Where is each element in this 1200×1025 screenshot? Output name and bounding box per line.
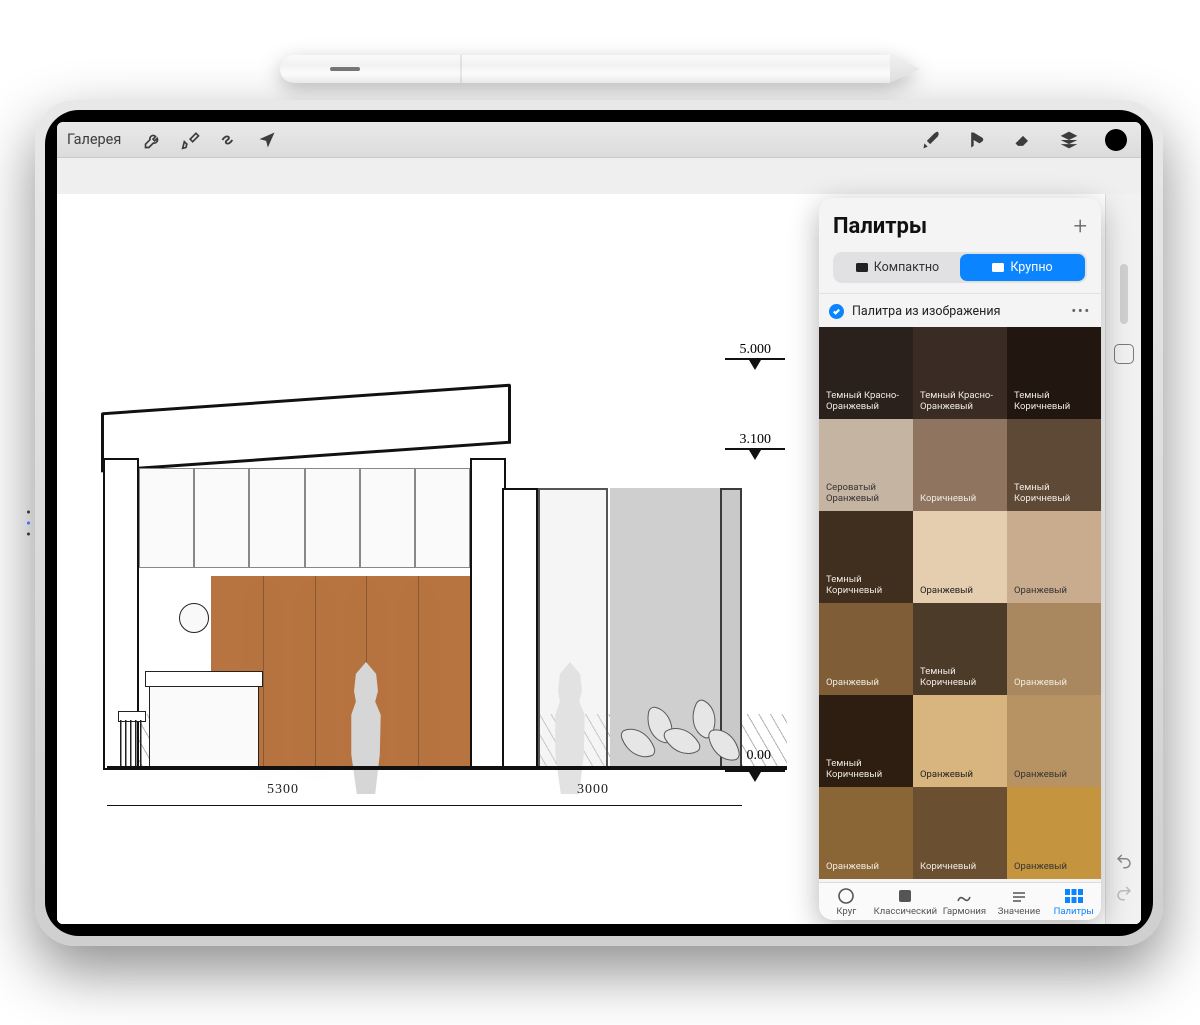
palette-header-row: Палитра из изображения ••• [819, 293, 1101, 327]
tab-palettes[interactable]: Палитры [1046, 889, 1101, 917]
color-icon[interactable] [1105, 129, 1127, 151]
square-icon [896, 889, 914, 903]
gallery-button[interactable]: Галерея [63, 131, 125, 148]
level-5000-label: 5.000 [740, 342, 772, 358]
wrench-icon[interactable] [143, 130, 163, 150]
large-view-button[interactable]: Крупно [960, 254, 1085, 281]
color-swatch[interactable]: Коричневый [913, 419, 1007, 511]
color-swatch[interactable]: Темный Коричневый [819, 695, 913, 787]
tab-classic[interactable]: Классический [874, 889, 937, 917]
smudge-icon[interactable] [967, 130, 987, 150]
canvas[interactable]: 5.000 3.100 0.00 [57, 158, 1141, 924]
palettes-icon [1065, 889, 1083, 903]
compact-label: Компактно [874, 260, 939, 275]
compact-view-button[interactable]: Компактно [835, 254, 960, 281]
swatch-label: Оранжевый [920, 770, 973, 781]
swatch-label: Оранжевый [920, 586, 973, 597]
add-palette-icon[interactable]: + [1073, 212, 1087, 240]
swatch-label: Оранжевый [1014, 862, 1067, 873]
panel-bottom-tabs: Круг Классический Гармония Значение [819, 882, 1101, 920]
color-swatch[interactable]: Коричневый [913, 787, 1007, 879]
tab-value[interactable]: Значение [992, 889, 1047, 917]
color-swatch[interactable]: Оранжевый [1007, 787, 1101, 879]
tab-harmony[interactable]: Гармония [937, 889, 992, 917]
top-toolbar: Галерея [57, 122, 1141, 158]
circle-icon [837, 889, 855, 903]
color-swatch[interactable]: Темный Коричневый [1007, 419, 1101, 511]
swatch-label: Темный Коричневый [920, 667, 1000, 689]
brush-icon[interactable] [921, 130, 941, 150]
right-slider-rail [1105, 194, 1141, 924]
move-icon[interactable] [257, 130, 277, 150]
view-segmented-control: Компактно Крупно [833, 252, 1087, 283]
color-swatch[interactable]: Темный Красно-Оранжевый [913, 327, 1007, 419]
swatch-label: Оранжевый [1014, 770, 1067, 781]
swatch-label: Темный Коричневый [1014, 391, 1094, 413]
color-swatch[interactable]: Оранжевый [913, 511, 1007, 603]
swatch-label: Темный Красно-Оранжевый [920, 391, 1000, 413]
modifier-button[interactable] [1114, 344, 1134, 364]
adjustments-icon[interactable] [181, 130, 201, 150]
color-swatch[interactable]: Темный Коричневый [819, 511, 913, 603]
undo-icon[interactable] [1115, 852, 1133, 870]
brush-size-slider[interactable] [1120, 264, 1128, 324]
swatch-label: Темный Коричневый [826, 575, 906, 597]
large-label: Крупно [1010, 260, 1052, 275]
swatch-label: Сероватый Оранжевый [826, 483, 906, 505]
selection-icon[interactable] [219, 130, 239, 150]
color-swatch[interactable]: Оранжевый [1007, 511, 1101, 603]
layers-icon[interactable] [1059, 130, 1079, 150]
swatch-label: Коричневый [920, 494, 976, 505]
swatch-grid: Темный Красно-Оранжевый Темный Красно-Ора… [819, 327, 1101, 882]
architectural-drawing: 5.000 3.100 0.00 [107, 304, 787, 794]
tab-circle[interactable]: Круг [819, 889, 874, 917]
panel-title: Палитры [833, 214, 927, 239]
dimension-3000: 3000 [577, 782, 609, 798]
palettes-panel: Палитры + Компактно Крупно [819, 198, 1101, 920]
swatch-label: Оранжевый [1014, 678, 1067, 689]
palette-more-icon[interactable]: ••• [1072, 304, 1091, 319]
swatch-label: Оранжевый [826, 678, 879, 689]
color-swatch[interactable]: Оранжевый [913, 695, 1007, 787]
color-swatch[interactable]: Оранжевый [819, 787, 913, 879]
color-swatch[interactable]: Оранжевый [1007, 603, 1101, 695]
swatch-label: Темный Красно-Оранжевый [826, 391, 906, 413]
level-3100-label: 3.100 [740, 432, 772, 448]
color-swatch[interactable]: Оранжевый [819, 603, 913, 695]
color-swatch[interactable]: Темный Коричневый [1007, 327, 1101, 419]
color-swatch[interactable]: Сероватый Оранжевый [819, 419, 913, 511]
harmony-icon [955, 889, 973, 903]
swatch-label: Оранжевый [826, 862, 879, 873]
eraser-icon[interactable] [1013, 130, 1033, 150]
color-swatch[interactable]: Оранжевый [1007, 695, 1101, 787]
apple-pencil [280, 55, 920, 83]
swatch-label: Темный Коричневый [1014, 483, 1094, 505]
value-icon [1010, 889, 1028, 903]
color-swatch[interactable]: Темный Коричневый [913, 603, 1007, 695]
swatch-label: Коричневый [920, 862, 976, 873]
ipad-frame: Галерея [35, 100, 1163, 946]
redo-icon[interactable] [1115, 884, 1133, 902]
swatch-label: Оранжевый [1014, 586, 1067, 597]
swatch-label: Темный Коричневый [826, 759, 906, 781]
dimension-5300: 5300 [267, 782, 299, 798]
color-swatch[interactable]: Темный Красно-Оранжевый [819, 327, 913, 419]
screen: Галерея [57, 122, 1141, 924]
palette-name[interactable]: Палитра из изображения [852, 304, 1000, 319]
default-check-icon[interactable] [829, 304, 844, 319]
